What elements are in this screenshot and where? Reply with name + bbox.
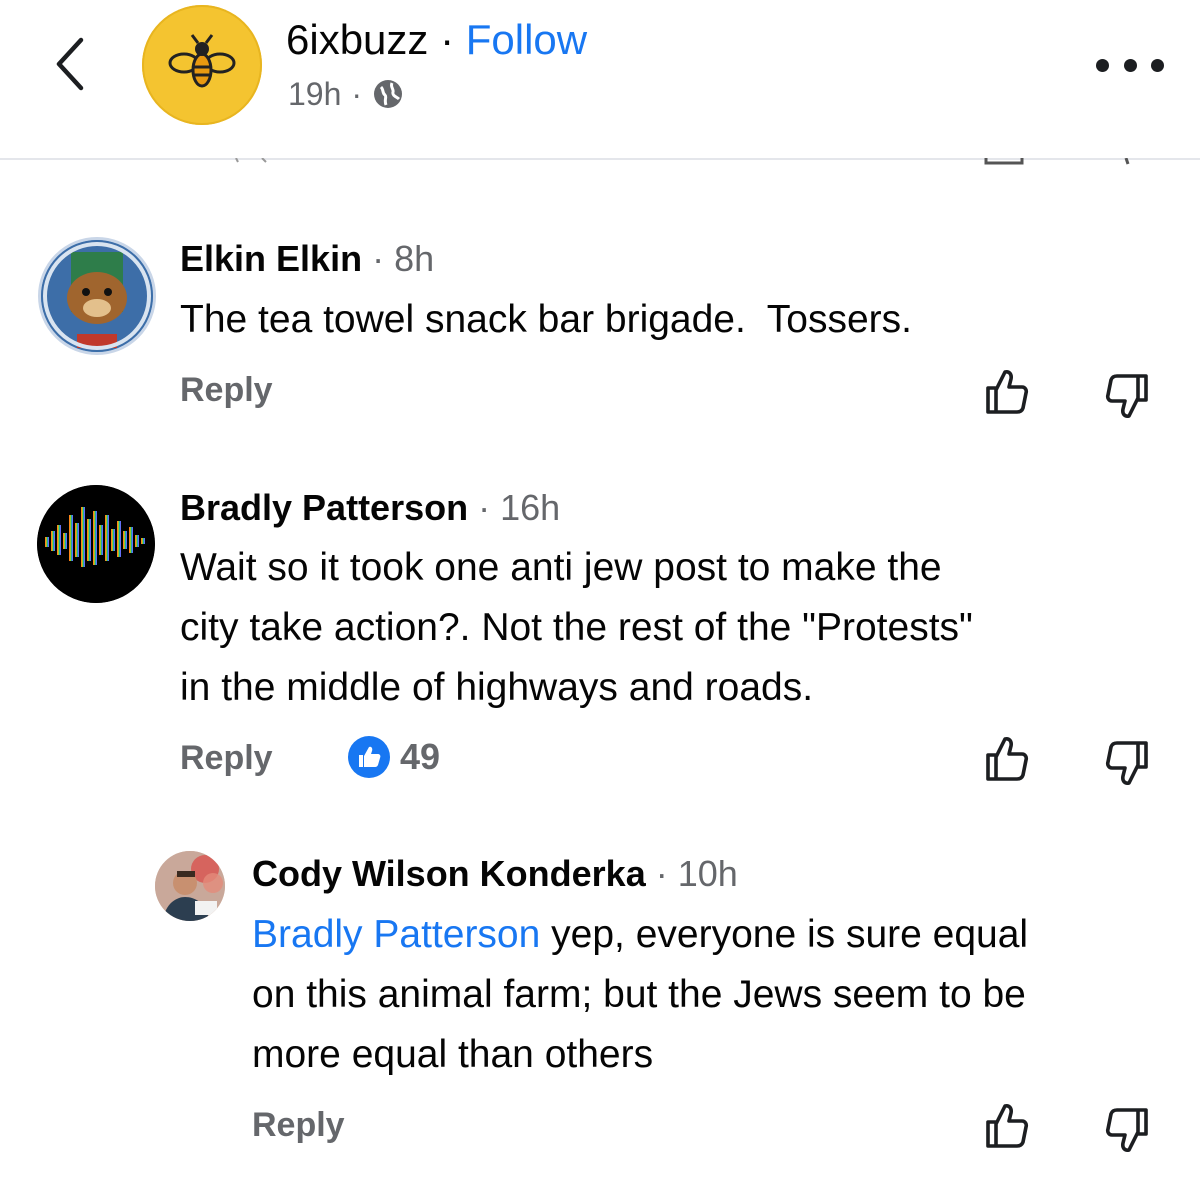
comment-text-line: Bradly Patterson yep, everyone is sure e… [252,905,1182,965]
dislike-icon[interactable] [1102,1104,1154,1156]
post-time[interactable]: 19h [288,72,341,116]
comment-text-line: more equal than others [252,1033,654,1076]
dislike-icon[interactable] [1102,737,1154,789]
like-icon[interactable] [980,733,1032,785]
post-header: 6ixbuzz · Follow 19h · [0,0,1200,160]
comment-separator: · [478,487,491,528]
follow-button[interactable]: Follow [466,16,587,63]
bear-avatar-image [41,240,153,352]
comment-text-line: on this animal farm; but the Jews seem t… [252,973,1026,1016]
comment-author[interactable]: Bradly Patterson [180,487,468,528]
name-separator: · [440,16,455,63]
comment-header: Elkin Elkin · 8h [180,237,434,281]
more-options-button[interactable] [1096,48,1164,82]
page-name[interactable]: 6ixbuzz [286,16,428,63]
like-badge-icon [348,736,390,778]
dot-1 [1096,58,1109,72]
reaction-count: 49 [400,736,441,777]
comment-author[interactable]: Cody Wilson Konderka [252,853,646,894]
comment-header: Bradly Patterson · 16h [180,486,560,530]
like-icon[interactable] [980,366,1032,418]
post-meta: 19h · [288,72,404,116]
page-name-line: 6ixbuzz · Follow [286,14,587,66]
commenter-avatar[interactable] [155,851,225,921]
chevron-left-icon [56,37,84,91]
person-avatar-image [155,851,225,921]
page-avatar[interactable] [142,5,262,125]
comment-text: Bradly Patterson yep, everyone is sure e… [252,905,1182,1085]
comment-separator: · [372,238,385,279]
dot-2 [1123,58,1137,72]
meta-separator: · [351,76,363,112]
like-icon[interactable] [980,1100,1032,1152]
reaction-summary[interactable]: 49 [348,735,440,779]
comment-time[interactable]: 8h [394,238,434,279]
comment-text-fragment: yep, everyone is sure equal [540,913,1029,956]
comment-time[interactable]: 10h [678,853,738,894]
back-button[interactable] [46,32,94,96]
reply-button[interactable]: Reply [180,736,273,780]
mention-link[interactable]: Bradly Patterson [252,913,540,956]
dot-3 [1151,58,1164,72]
dislike-icon[interactable] [1102,370,1154,422]
comment-text-line: city take action?. Not the rest of the "… [180,606,973,649]
comment-author[interactable]: Elkin Elkin [180,238,362,279]
commenter-avatar[interactable] [37,485,155,603]
reply-button[interactable]: Reply [180,368,273,412]
globe-icon [374,80,403,108]
commenter-avatar[interactable] [38,237,156,355]
comment-header: Cody Wilson Konderka · 10h [252,852,738,896]
comment-time[interactable]: 16h [500,487,560,528]
comment-text-line: Wait so it took one anti jew post to mak… [180,546,942,589]
comment-text: Wait so it took one anti jew post to mak… [180,538,1140,718]
comment-text-line: in the middle of highways and roads. [180,666,814,709]
soundwave-avatar-image [37,485,155,603]
reply-button[interactable]: Reply [252,1103,345,1147]
cropped-content-edge [235,158,1130,165]
comment-separator: · [655,853,668,894]
bee-logo-icon [168,34,236,88]
comment-text: The tea towel snack bar brigade. Tossers… [180,298,912,341]
